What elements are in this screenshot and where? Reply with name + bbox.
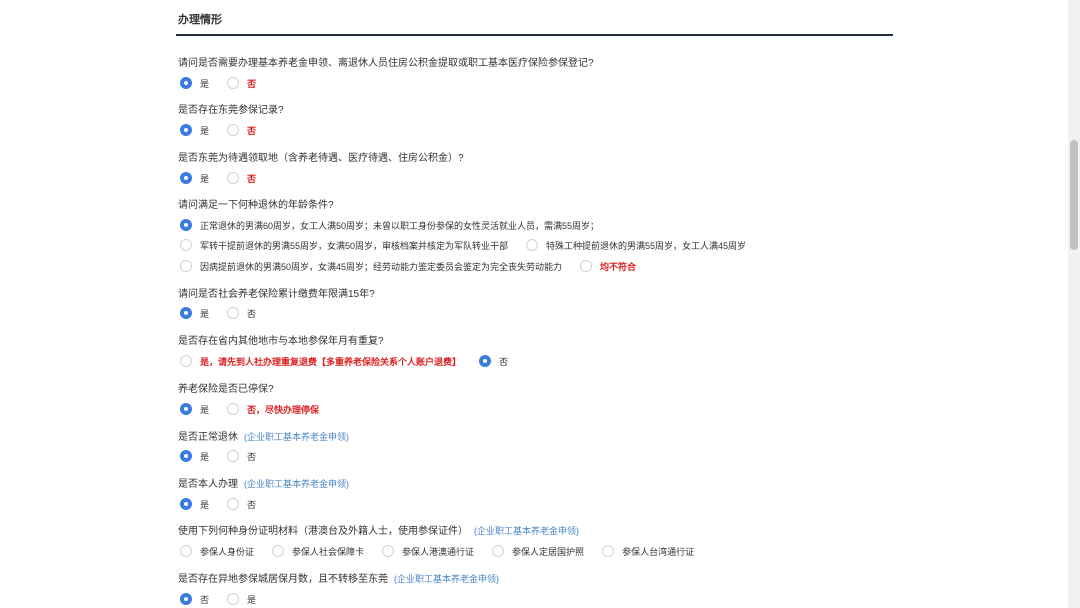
option-yes[interactable]: 是	[180, 403, 209, 416]
radio-selected-icon[interactable]	[180, 593, 192, 605]
category-tag: (企业职工基本养老金申领)	[244, 432, 349, 442]
question-7-options: 是 否，尽快办理停保	[180, 401, 337, 417]
scrollbar-thumb[interactable]	[1070, 140, 1078, 250]
radio-icon[interactable]	[602, 545, 615, 557]
question-8-options: 是 否	[180, 448, 274, 464]
radio-icon[interactable]	[526, 239, 539, 251]
title-divider	[176, 34, 893, 36]
option-no[interactable]: 否	[227, 450, 256, 463]
question-6: 是否存在省内其他地市与本地参保年月有重复?	[178, 336, 384, 347]
option-special-job-early-retirement[interactable]: 特殊工种提前退休的男满55周岁，女工人满45周岁	[526, 239, 746, 252]
section-title: 办理情形	[178, 14, 222, 26]
option-no-stop-insurance[interactable]: 否，尽快办理停保	[227, 403, 319, 416]
radio-icon[interactable]	[227, 593, 240, 605]
option-passport[interactable]: 参保人定居国护照	[492, 545, 584, 558]
question-6-options: 是，请先到人社办理重复退费【多重养老保险关系个人账户退费】 否	[180, 353, 526, 369]
option-social-security-card[interactable]: 参保人社会保障卡	[272, 545, 364, 558]
radio-icon[interactable]	[180, 545, 192, 557]
option-hk-macau-pass[interactable]: 参保人港澳通行证	[382, 545, 474, 558]
radio-icon[interactable]	[227, 498, 240, 510]
option-yes[interactable]: 是	[180, 172, 209, 185]
radio-selected-icon[interactable]	[479, 355, 492, 367]
category-tag: (企业职工基本养老金申领)	[244, 479, 349, 489]
option-id-card[interactable]: 参保人身份证	[180, 545, 254, 558]
question-3: 是否东莞为待遇领取地（含养老待遇、医疗待遇、住房公积金）?	[178, 153, 464, 164]
radio-icon[interactable]	[227, 403, 240, 415]
radio-selected-icon[interactable]	[180, 77, 192, 89]
radio-selected-icon[interactable]	[180, 498, 192, 510]
radio-icon[interactable]	[580, 260, 593, 272]
option-no[interactable]: 否	[180, 593, 209, 606]
category-tag: (企业职工基本养老金申领)	[394, 574, 499, 584]
radio-icon[interactable]	[227, 450, 240, 462]
question-1-options: 是 否	[180, 75, 274, 91]
question-2-options: 是 否	[180, 122, 274, 138]
option-yes[interactable]: 是	[180, 498, 209, 511]
option-no[interactable]: 否	[227, 172, 256, 185]
option-taiwan-pass[interactable]: 参保人台湾通行证	[602, 545, 694, 558]
option-yes[interactable]: 是	[180, 124, 209, 137]
option-no[interactable]: 否	[227, 77, 256, 90]
question-5: 请问是否社会养老保险累计缴费年限满15年?	[178, 289, 375, 300]
option-no[interactable]: 否	[227, 307, 256, 320]
option-no[interactable]: 否	[479, 355, 508, 368]
option-no[interactable]: 否	[227, 498, 256, 511]
question-7: 养老保险是否已停保?	[178, 384, 274, 395]
question-3-options: 是 否	[180, 170, 274, 186]
radio-icon[interactable]	[227, 124, 240, 136]
radio-icon[interactable]	[382, 545, 395, 557]
question-9-options: 是 否	[180, 496, 274, 512]
question-11-options: 否 是	[180, 591, 274, 607]
question-9: 是否本人办理 (企业职工基本养老金申领)	[178, 479, 349, 490]
question-5-options: 是 否	[180, 305, 274, 321]
radio-icon[interactable]	[272, 545, 285, 557]
question-4-options-row-3: 因病提前退休的男满50周岁，女满45周岁；经劳动能力鉴定委员会鉴定为完全丧失劳动…	[180, 258, 654, 274]
radio-icon[interactable]	[492, 545, 505, 557]
option-none-match[interactable]: 均不符合	[580, 260, 636, 273]
category-tag: (企业职工基本养老金申领)	[474, 526, 579, 536]
radio-selected-icon[interactable]	[180, 172, 192, 184]
option-yes-refund[interactable]: 是，请先到人社办理重复退费【多重养老保险关系个人账户退费】	[180, 355, 461, 368]
radio-icon[interactable]	[180, 260, 192, 272]
question-1: 请问是否需要办理基本养老金申领、离退休人员住房公积金提取或职工基本医疗保险参保登…	[178, 58, 594, 69]
question-2: 是否存在东莞参保记录?	[178, 105, 284, 116]
option-yes[interactable]: 是	[180, 77, 209, 90]
radio-selected-icon[interactable]	[180, 403, 192, 415]
question-4-options-row-1: 正常退休的男满60周岁，女工人满50周岁；未曾以职工身份参保的女性灵活就业人员，…	[180, 217, 617, 233]
radio-selected-icon[interactable]	[180, 124, 192, 136]
option-illness-early-retirement[interactable]: 因病提前退休的男满50周岁，女满45周岁；经劳动能力鉴定委员会鉴定为完全丧失劳动…	[180, 260, 562, 273]
radio-icon[interactable]	[227, 77, 240, 89]
radio-icon[interactable]	[180, 239, 192, 251]
option-yes[interactable]: 是	[227, 593, 256, 606]
radio-icon[interactable]	[180, 355, 192, 367]
radio-icon[interactable]	[227, 307, 240, 319]
radio-selected-icon[interactable]	[180, 450, 192, 462]
option-no[interactable]: 否	[227, 124, 256, 137]
radio-selected-icon[interactable]	[180, 219, 192, 231]
question-4-options-row-2: 军转干提前退休的男满55周岁，女满50周岁，审核档案并核定为军队转业干部 特殊工…	[180, 237, 764, 253]
question-10-options: 参保人身份证 参保人社会保障卡 参保人港澳通行证 参保人定居国护照 参保人台湾通…	[180, 543, 712, 559]
question-8: 是否正常退休 (企业职工基本养老金申领)	[178, 432, 349, 443]
question-4: 请问满足一下何种退休的年龄条件?	[178, 200, 334, 211]
question-10: 使用下列何种身份证明材料（港澳台及外籍人士，使用参保证件） (企业职工基本养老金申…	[178, 526, 579, 537]
vertical-scrollbar[interactable]	[1068, 0, 1080, 608]
form-page: 办理情形 请问是否需要办理基本养老金申领、离退休人员住房公积金提取或职工基本医疗…	[0, 0, 1068, 608]
radio-icon[interactable]	[227, 172, 240, 184]
option-military-early-retirement[interactable]: 军转干提前退休的男满55周岁，女满50周岁，审核档案并核定为军队转业干部	[180, 239, 508, 252]
question-11: 是否存在异地参保城居保月数，且不转移至东莞 (企业职工基本养老金申领)	[178, 574, 499, 585]
option-normal-retirement[interactable]: 正常退休的男满60周岁，女工人满50周岁；未曾以职工身份参保的女性灵活就业人员，…	[180, 219, 599, 232]
option-yes[interactable]: 是	[180, 450, 209, 463]
radio-selected-icon[interactable]	[180, 307, 192, 319]
option-yes[interactable]: 是	[180, 307, 209, 320]
